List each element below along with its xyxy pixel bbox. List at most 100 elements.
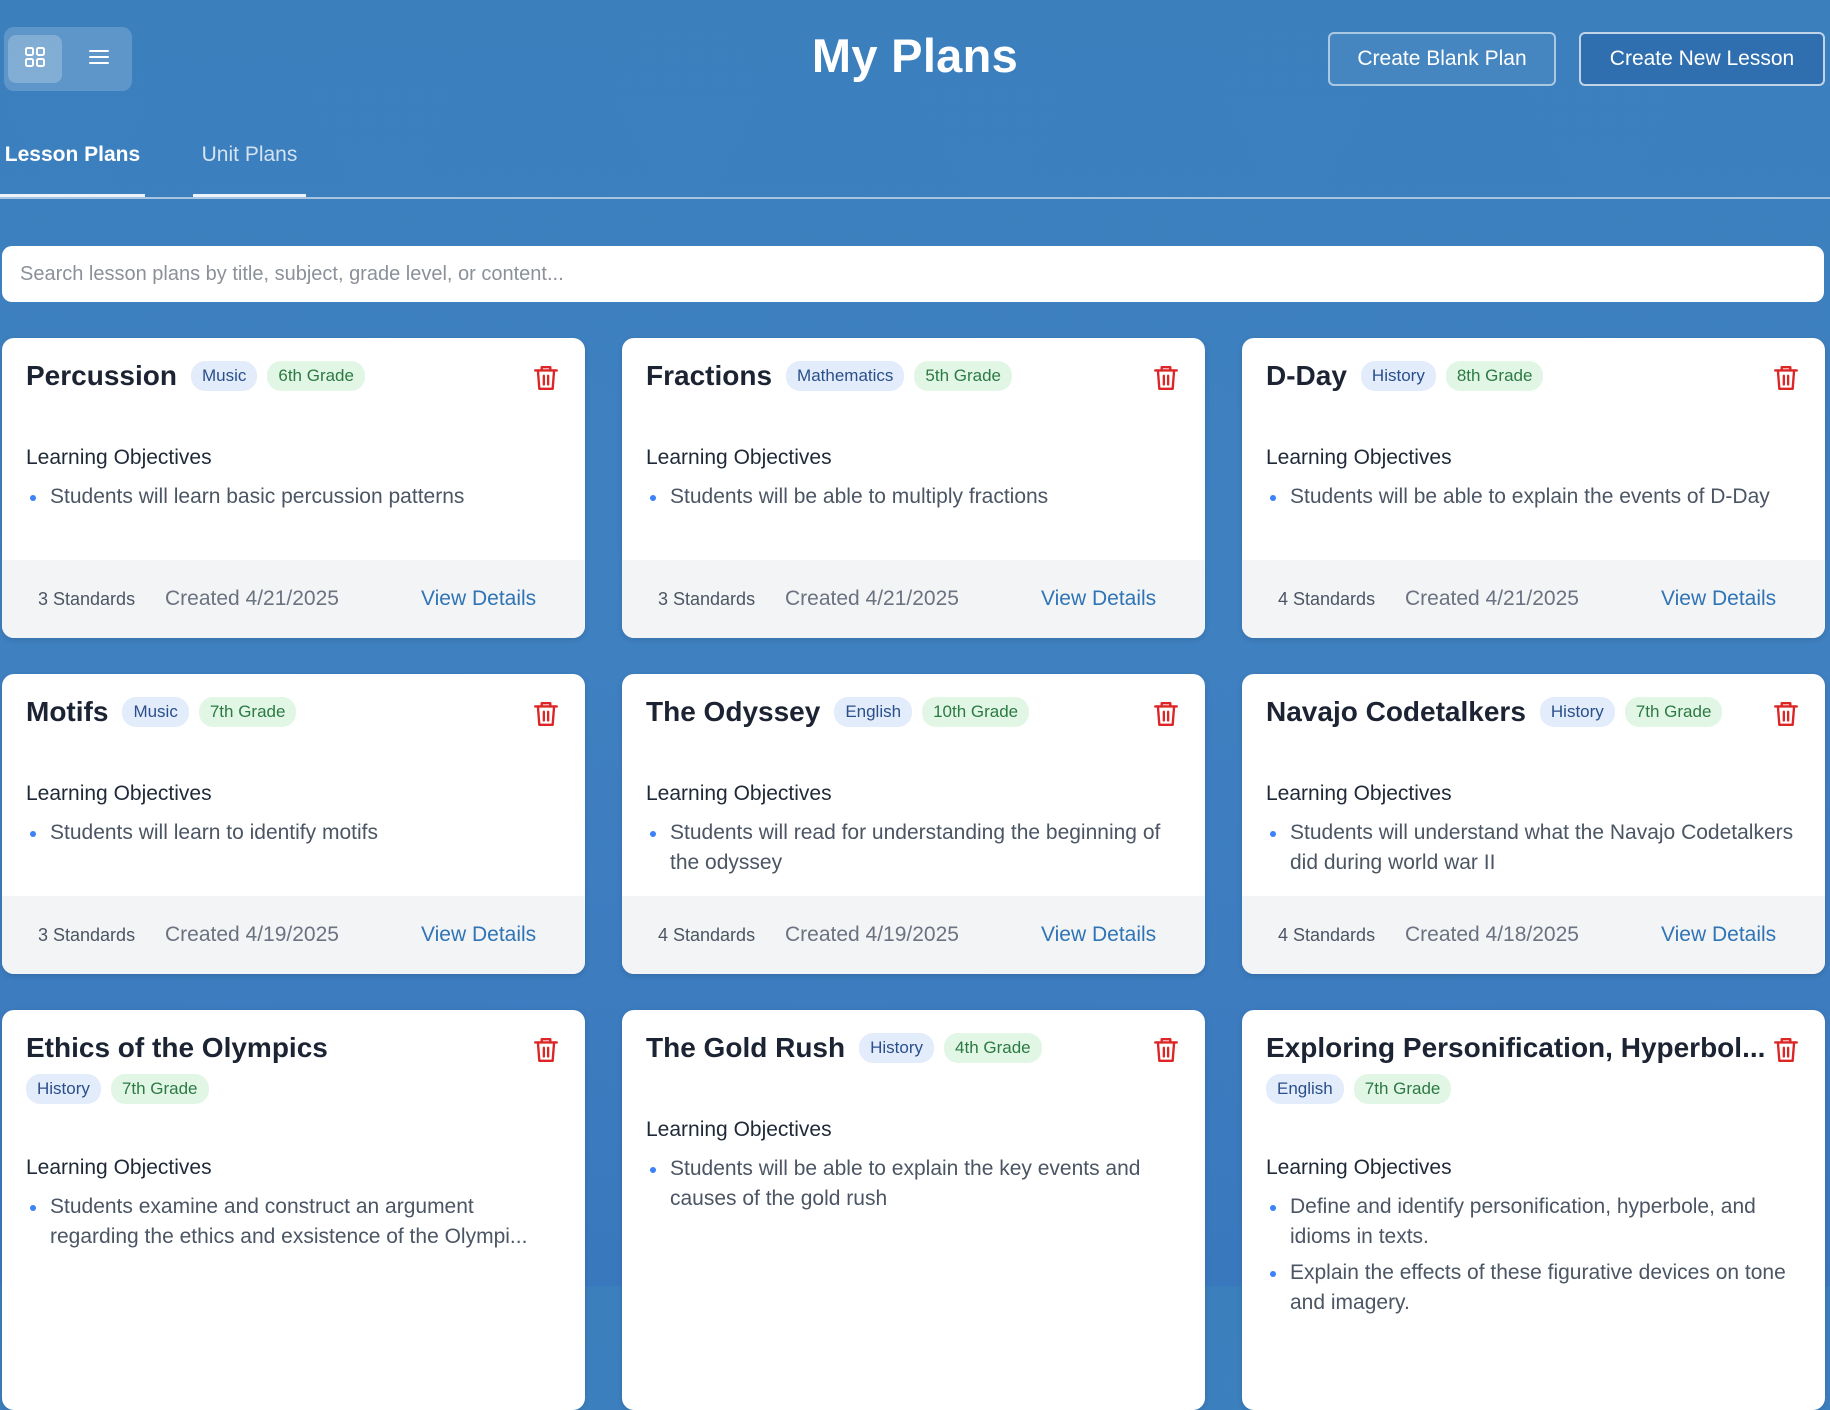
delete-button[interactable] <box>1153 1036 1179 1064</box>
created-date: Created 4/21/2025 <box>785 587 959 610</box>
trash-icon <box>1153 1038 1179 1068</box>
grade-badge: 8th Grade <box>1445 361 1544 391</box>
card-badges: History 8th Grade <box>1360 361 1544 391</box>
card-title: Navajo Codetalkers <box>1266 696 1526 727</box>
card-footer: 3 Standards Created 4/21/2025 View Details <box>622 560 1205 638</box>
objective-item: Students examine and construct an argume… <box>26 1192 565 1252</box>
plan-card[interactable]: Exploring Personification, Hyperbol... En… <box>1242 1010 1825 1410</box>
objectives-heading: Learning Objectives <box>1266 1156 1452 1179</box>
objectives-list: Students will understand what the Navajo… <box>1266 818 1805 884</box>
objective-item: Students will read for understanding the… <box>646 818 1185 878</box>
card-badges: Music 7th Grade <box>122 697 297 727</box>
view-details-link[interactable]: View Details <box>1661 587 1776 611</box>
subject-badge: English <box>1266 1074 1344 1104</box>
view-details-link[interactable]: View Details <box>1661 923 1776 947</box>
card-title: D-Day <box>1266 360 1347 391</box>
grade-badge: 5th Grade <box>914 361 1013 391</box>
card-title: Percussion <box>26 360 177 391</box>
create-blank-plan-button[interactable]: Create Blank Plan <box>1328 32 1556 86</box>
card-footer: 4 Standards Created 4/21/2025 View Details <box>1242 560 1825 638</box>
delete-button[interactable] <box>533 700 559 728</box>
subject-badge: History <box>859 1033 935 1063</box>
objectives-list: Students will be able to explain the eve… <box>1266 482 1805 518</box>
objectives-list: Students will learn basic percussion pat… <box>26 482 565 518</box>
objectives-heading: Learning Objectives <box>646 782 832 805</box>
objective-item: Students will be able to explain the eve… <box>1266 482 1805 512</box>
subject-badge: History <box>26 1074 101 1104</box>
create-new-lesson-button[interactable]: Create New Lesson <box>1579 32 1825 86</box>
card-title: The Odyssey <box>646 696 821 727</box>
view-details-link[interactable]: View Details <box>421 587 536 611</box>
card-badges: English 7th Grade <box>1266 1074 1452 1104</box>
plan-card[interactable]: The Odyssey English 10th Grade Learning Obj… <box>622 674 1205 974</box>
plan-card[interactable]: Fractions Mathematics 5th Grade Learning Ob… <box>622 338 1205 638</box>
card-title: Exploring Personification, Hyperbol... <box>1266 1032 1766 1063</box>
subject-badge: History <box>1539 697 1615 727</box>
delete-button[interactable] <box>1773 700 1799 728</box>
card-header: Exploring Personification, Hyperbol... En… <box>1266 1032 1765 1104</box>
delete-button[interactable] <box>1773 364 1799 392</box>
objectives-list: Students examine and construct an argume… <box>26 1192 565 1258</box>
trash-icon <box>1153 702 1179 732</box>
tab-unit-plans[interactable]: Unit Plans <box>193 143 306 197</box>
plan-card[interactable]: Motifs Music 7th Grade Learning Objectives S… <box>2 674 585 974</box>
plan-card[interactable]: Ethics of the Olympics History 7th Grade Le… <box>2 1010 585 1410</box>
objectives-list: Students will be able to multiply fracti… <box>646 482 1185 518</box>
card-badges: English 10th Grade <box>834 697 1030 727</box>
subject-badge: Music <box>190 361 258 391</box>
plan-card[interactable]: Navajo Codetalkers History 7th Grade Learni… <box>1242 674 1825 974</box>
card-header: Motifs Music 7th Grade <box>26 696 515 728</box>
card-header: Ethics of the Olympics History 7th Grade <box>26 1032 515 1104</box>
objective-item: Define and identify personification, hyp… <box>1266 1192 1805 1252</box>
card-footer: 4 Standards Created 4/19/2025 View Details <box>622 896 1205 974</box>
grade-badge: 7th Grade <box>198 697 297 727</box>
view-details-link[interactable]: View Details <box>421 923 536 947</box>
objectives-list: Students will read for understanding the… <box>646 818 1185 884</box>
objectives-heading: Learning Objectives <box>1266 782 1452 805</box>
card-header: Navajo Codetalkers History 7th Grade <box>1266 696 1755 728</box>
subject-badge: Mathematics <box>786 361 905 391</box>
standards-count: 3 Standards <box>38 588 136 609</box>
grade-badge: 6th Grade <box>267 361 365 391</box>
created-date: Created 4/18/2025 <box>1405 923 1579 946</box>
card-footer: 3 Standards Created 4/21/2025 View Details <box>2 560 585 638</box>
objectives-list: Define and identify personification, hyp… <box>1266 1192 1805 1324</box>
objective-item: Students will learn basic percussion pat… <box>26 482 565 512</box>
trash-icon <box>533 702 559 732</box>
delete-button[interactable] <box>533 364 559 392</box>
trash-icon <box>1153 366 1179 396</box>
search-input[interactable] <box>2 246 1824 302</box>
delete-button[interactable] <box>533 1036 559 1064</box>
objective-item: Students will understand what the Navajo… <box>1266 818 1805 878</box>
card-badges: Mathematics 5th Grade <box>786 361 1013 391</box>
view-details-link[interactable]: View Details <box>1041 923 1156 947</box>
subject-badge: Music <box>122 697 189 727</box>
plan-card[interactable]: D-Day History 8th Grade Learning Objectives… <box>1242 338 1825 638</box>
card-title: Ethics of the Olympics <box>26 1032 328 1063</box>
created-date: Created 4/19/2025 <box>165 923 339 946</box>
card-header: D-Day History 8th Grade <box>1266 360 1755 392</box>
delete-button[interactable] <box>1153 700 1179 728</box>
objective-item: Students will be able to multiply fracti… <box>646 482 1185 512</box>
delete-button[interactable] <box>1153 364 1179 392</box>
created-date: Created 4/19/2025 <box>785 923 959 946</box>
card-badges: History 7th Grade <box>26 1074 209 1104</box>
plan-card[interactable]: The Gold Rush History 4th Grade Learning Ob… <box>622 1010 1205 1410</box>
objectives-heading: Learning Objectives <box>646 1118 832 1141</box>
objectives-list: Students will be able to explain the key… <box>646 1154 1185 1220</box>
standards-count: 4 Standards <box>658 924 756 945</box>
plan-card[interactable]: Percussion Music 6th Grade Learning Objecti… <box>2 338 585 638</box>
objectives-heading: Learning Objectives <box>646 446 832 469</box>
view-details-link[interactable]: View Details <box>1041 587 1156 611</box>
subject-badge: History <box>1360 361 1436 391</box>
card-title: The Gold Rush <box>646 1032 846 1063</box>
objectives-heading: Learning Objectives <box>26 782 212 805</box>
grade-badge: 4th Grade <box>944 1033 1042 1063</box>
card-header: The Odyssey English 10th Grade <box>646 696 1135 728</box>
objectives-heading: Learning Objectives <box>1266 446 1452 469</box>
tab-lesson-plans[interactable]: Lesson Plans <box>0 143 145 197</box>
standards-count: 4 Standards <box>1278 588 1376 609</box>
grade-badge: 10th Grade <box>922 697 1030 727</box>
delete-button[interactable] <box>1773 1036 1799 1064</box>
standards-count: 4 Standards <box>1278 924 1376 945</box>
